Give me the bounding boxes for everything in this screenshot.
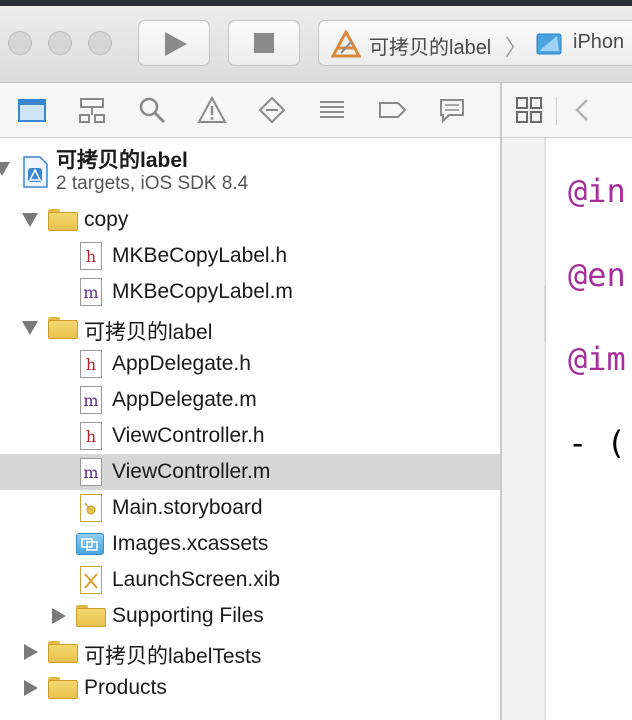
destination-name[interactable]: iPhon xyxy=(573,31,624,54)
folder-icon xyxy=(48,677,78,699)
folder-icon xyxy=(48,641,78,663)
breakpoint-navigator-icon[interactable] xyxy=(377,95,407,125)
device-icon xyxy=(536,33,562,55)
tree-item-label: Supporting Files xyxy=(112,604,264,627)
run-button[interactable] xyxy=(138,20,210,66)
scheme-separator: 〉 xyxy=(505,35,528,60)
tree-item-label: 可拷贝的label xyxy=(84,321,213,344)
play-icon xyxy=(165,32,187,56)
tree-item-label: ViewController.h xyxy=(112,424,265,447)
issue-navigator-icon[interactable] xyxy=(197,95,227,125)
minimize-window-button[interactable] xyxy=(48,31,72,55)
tree-row-file-selected[interactable]: m ViewController.m xyxy=(0,454,500,490)
report-navigator-icon[interactable] xyxy=(437,95,467,125)
symbol-navigator-icon[interactable] xyxy=(77,95,107,125)
tree-item-label: LaunchScreen.xib xyxy=(112,568,281,591)
tree-row-group-copy[interactable]: copy xyxy=(0,202,500,238)
xib-file-icon xyxy=(80,566,102,594)
line-number-gutter xyxy=(502,138,544,720)
tree-row-file[interactable]: Main.storyboard xyxy=(0,490,500,526)
stop-icon xyxy=(254,33,274,53)
disclosure-closed-icon[interactable] xyxy=(52,608,66,624)
tree-row-group-supporting[interactable]: Supporting Files xyxy=(0,598,500,634)
close-window-button[interactable] xyxy=(8,31,32,55)
tree-item-label: MKBeCopyLabel.h xyxy=(112,244,288,267)
implementation-file-icon: m xyxy=(80,278,102,306)
disclosure-open-icon[interactable] xyxy=(22,213,38,227)
asset-catalog-icon xyxy=(76,533,104,555)
tree-row-file[interactable]: h AppDelegate.h xyxy=(0,346,500,382)
tree-item-label: ViewController.m xyxy=(112,460,271,483)
find-navigator-icon[interactable] xyxy=(137,95,167,125)
tree-row-file[interactable]: h MKBeCopyLabel.h xyxy=(0,238,500,274)
project-navigator: 可拷贝的label 2 targets, iOS SDK 8.4 copy h … xyxy=(0,138,500,720)
zoom-window-button[interactable] xyxy=(88,31,112,55)
tree-item-label: AppDelegate.m xyxy=(112,388,257,411)
back-chevron-icon[interactable] xyxy=(568,95,598,125)
tree-row-file[interactable]: h ViewController.h xyxy=(0,418,500,454)
folder-icon xyxy=(76,605,106,627)
navigator-selector-bar xyxy=(0,83,500,138)
storyboard-file-icon xyxy=(80,494,102,522)
folder-icon xyxy=(48,317,78,339)
source-editor[interactable]: @in @en @im - ( xyxy=(502,138,632,720)
code-line-3: @im xyxy=(568,340,626,378)
project-file-icon xyxy=(23,156,48,188)
project-subtitle: 2 targets, iOS SDK 8.4 xyxy=(56,173,249,194)
tree-row-file[interactable]: LaunchScreen.xib xyxy=(0,562,500,598)
jump-bar-separator xyxy=(556,97,557,125)
implementation-file-icon: m xyxy=(80,458,102,486)
tree-item-label: copy xyxy=(84,208,129,231)
implementation-file-icon: m xyxy=(80,386,102,414)
project-navigator-icon[interactable] xyxy=(17,95,47,125)
disclosure-closed-icon[interactable] xyxy=(24,680,38,696)
tree-item-label: Images.xcassets xyxy=(112,532,269,555)
header-file-icon: h xyxy=(80,350,102,378)
toolbar: 可拷贝的label 〉 iPhon xyxy=(0,6,632,83)
tree-item-label: Products xyxy=(84,676,167,699)
related-items-icon[interactable] xyxy=(514,95,544,125)
project-title: 可拷贝的label xyxy=(56,149,188,172)
tree-row-group-products[interactable]: Products xyxy=(0,670,500,706)
scheme-name: 可拷贝的label xyxy=(369,37,492,59)
app-scheme-icon xyxy=(331,30,361,58)
code-line-4: - ( xyxy=(568,424,626,462)
gutter-strip xyxy=(544,138,546,720)
gutter-highlight xyxy=(544,286,546,342)
folder-icon xyxy=(48,209,78,231)
tree-row-file[interactable]: m AppDelegate.m xyxy=(0,382,500,418)
stop-button[interactable] xyxy=(228,20,300,66)
header-file-icon: h xyxy=(80,422,102,450)
disclosure-open-icon[interactable] xyxy=(0,162,10,176)
code-line-2: @en xyxy=(568,256,626,294)
tree-row-group-main[interactable]: 可拷贝的label xyxy=(0,310,500,346)
header-file-icon: h xyxy=(80,242,102,270)
test-navigator-icon[interactable] xyxy=(257,95,287,125)
tree-item-label: Main.storyboard xyxy=(112,496,263,519)
project-root-row[interactable]: 可拷贝的label 2 targets, iOS SDK 8.4 xyxy=(0,138,500,202)
tree-item-label: 可拷贝的labelTests xyxy=(84,645,262,668)
editor-jump-bar xyxy=(502,83,632,138)
debug-navigator-icon[interactable] xyxy=(317,95,347,125)
tree-item-label: AppDelegate.h xyxy=(112,352,251,375)
code-line-1: @in xyxy=(568,172,626,210)
disclosure-closed-icon[interactable] xyxy=(24,644,38,660)
disclosure-open-icon[interactable] xyxy=(22,321,38,335)
tree-row-file[interactable]: Images.xcassets xyxy=(0,526,500,562)
tree-row-group-tests[interactable]: 可拷贝的labelTests xyxy=(0,634,500,670)
tree-item-label: MKBeCopyLabel.m xyxy=(112,280,293,303)
tree-row-file[interactable]: m MKBeCopyLabel.m xyxy=(0,274,500,310)
scheme-selector[interactable]: 可拷贝的label 〉 iPhon xyxy=(318,20,632,66)
